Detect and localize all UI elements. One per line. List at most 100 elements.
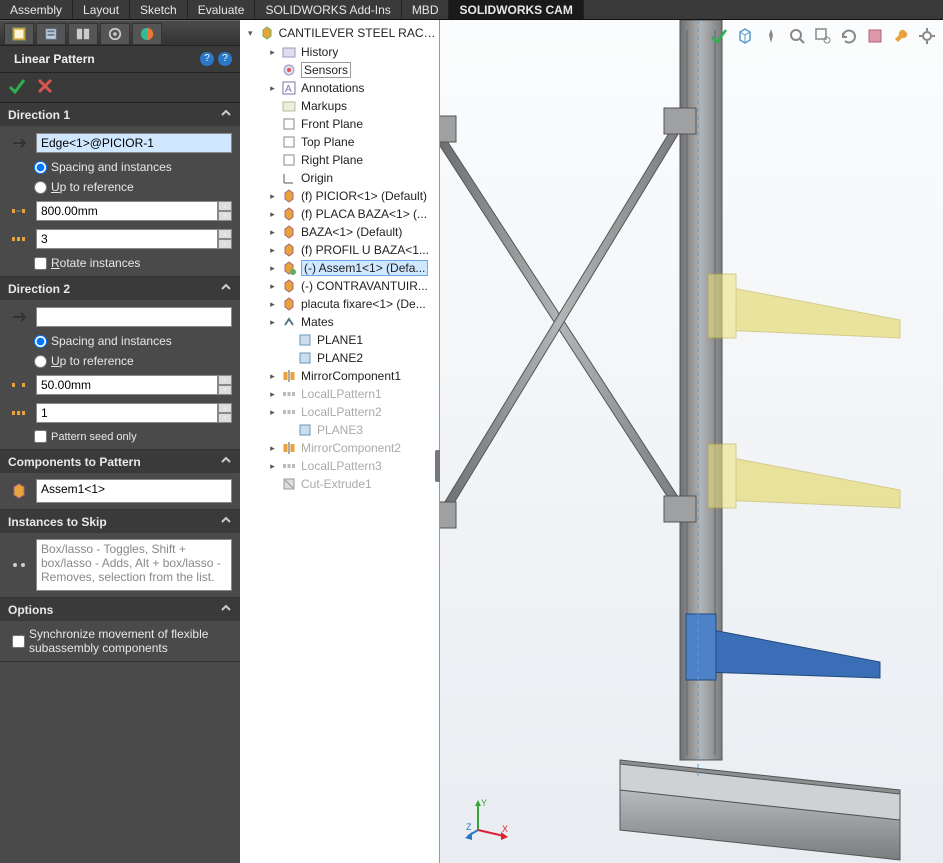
tree-item[interactable]: PLANE2: [244, 349, 439, 367]
tab-layout[interactable]: Layout: [73, 0, 130, 19]
tree-item[interactable]: ▸(-) CONTRAVANTUIR...: [244, 277, 439, 295]
dir2-spacing-radio[interactable]: Spacing and instances: [8, 334, 232, 348]
cube-icon[interactable]: [735, 26, 755, 46]
group-direction-1: Direction 1 Edge<1>@PICIOR-1 Spacing and…: [0, 103, 240, 277]
expand-icon[interactable]: ▸: [268, 246, 277, 255]
feature-tree-pane: ▾ CANTILEVER STEEL RACK ... ▸HistorySens…: [240, 20, 440, 863]
tree-item[interactable]: ▸MirrorComponent2: [244, 439, 439, 457]
dir1-edge-field[interactable]: Edge<1>@PICIOR-1: [36, 133, 232, 153]
dir2-seed-only-check[interactable]: Pattern seed only: [8, 430, 232, 443]
dir1-upto-radio[interactable]: Up to reference: [8, 180, 232, 194]
collapse-icon[interactable]: [220, 107, 232, 122]
reverse-direction-icon[interactable]: [8, 306, 30, 328]
part-icon: [281, 206, 297, 222]
dir2-edge-field[interactable]: [36, 307, 232, 327]
dir2-spacing-field[interactable]: ▲▼: [36, 375, 232, 395]
tree-item[interactable]: ▸(f) PLACA BAZA<1> (...: [244, 205, 439, 223]
expand-icon[interactable]: ▸: [268, 210, 277, 219]
tab-addins[interactable]: SOLIDWORKS Add-Ins: [255, 0, 401, 19]
tree-item[interactable]: PLANE1: [244, 331, 439, 349]
lpat-icon: [281, 404, 297, 420]
dir1-rotate-check[interactable]: Rotate instances: [8, 256, 232, 270]
pin-icon[interactable]: [761, 26, 781, 46]
help-full-icon[interactable]: ?: [200, 52, 214, 66]
ok-button[interactable]: [8, 77, 26, 98]
view-triad[interactable]: Y X Z: [464, 796, 510, 845]
expand-icon[interactable]: ▸: [268, 282, 277, 291]
tree-item[interactable]: PLANE3: [244, 421, 439, 439]
expand-icon[interactable]: ▸: [268, 462, 277, 471]
components-list[interactable]: Assem1<1>: [36, 479, 232, 503]
feature-tree[interactable]: ▾ CANTILEVER STEEL RACK ... ▸HistorySens…: [240, 20, 439, 497]
tree-item[interactable]: Right Plane: [244, 151, 439, 169]
graphics-viewport[interactable]: Y X Z: [440, 20, 943, 863]
expand-icon[interactable]: ▸: [268, 408, 277, 417]
collapse-icon[interactable]: [220, 454, 232, 469]
book-icon[interactable]: [865, 26, 885, 46]
markup-icon: [281, 98, 297, 114]
svg-text:X: X: [502, 824, 508, 834]
expand-icon[interactable]: ▸: [268, 192, 277, 201]
tab-sketch[interactable]: Sketch: [130, 0, 188, 19]
cancel-button[interactable]: [36, 77, 54, 98]
help-context-icon[interactable]: ?: [218, 52, 232, 66]
check-icon[interactable]: [709, 26, 729, 46]
gear-icon[interactable]: [917, 26, 937, 46]
zoom-area-icon[interactable]: [813, 26, 833, 46]
skip-list[interactable]: Box/lasso - Toggles, Shift + box/lasso -…: [36, 539, 232, 591]
dimxpert-icon[interactable]: [100, 23, 130, 45]
collapse-icon[interactable]: [220, 602, 232, 617]
expand-icon[interactable]: ▸: [268, 318, 277, 327]
wrench-icon[interactable]: [891, 26, 911, 46]
tree-item[interactable]: ▸(-) Assem1<1> (Defa...: [244, 259, 439, 277]
expand-icon[interactable]: ▸: [268, 390, 277, 399]
tree-item[interactable]: ▸History: [244, 43, 439, 61]
origin-icon: [281, 170, 297, 186]
sync-movement-check[interactable]: Synchronize movement of flexible subasse…: [8, 627, 232, 655]
dir1-instances-field[interactable]: ▲▼: [36, 229, 232, 249]
tree-item[interactable]: ▸LocalLPattern3: [244, 457, 439, 475]
tree-item[interactable]: Markups: [244, 97, 439, 115]
tree-item[interactable]: Cut-Extrude1: [244, 475, 439, 493]
dir2-instances-field[interactable]: ▲▼: [36, 403, 232, 423]
collapse-icon[interactable]: [220, 514, 232, 529]
tree-root[interactable]: ▾ CANTILEVER STEEL RACK ...: [244, 24, 439, 42]
zoom-fit-icon[interactable]: [787, 26, 807, 46]
tree-item[interactable]: ▸AAnnotations: [244, 79, 439, 97]
dir1-spacing-radio[interactable]: Spacing and instances: [8, 160, 232, 174]
expand-icon[interactable]: ▸: [268, 264, 277, 273]
lpat-icon: [281, 386, 297, 402]
expand-icon[interactable]: ▸: [268, 300, 277, 309]
tab-cam[interactable]: SOLIDWORKS CAM: [449, 0, 583, 19]
tree-item[interactable]: ▸placuta fixare<1> (De...: [244, 295, 439, 313]
tree-item[interactable]: ▸Mates: [244, 313, 439, 331]
dir2-upto-radio[interactable]: Up to reference: [8, 354, 232, 368]
expand-icon[interactable]: ▾: [246, 29, 255, 38]
dir1-spacing-field[interactable]: ▲▼: [36, 201, 232, 221]
reverse-direction-icon[interactable]: [8, 132, 30, 154]
tree-item[interactable]: Top Plane: [244, 133, 439, 151]
tab-assembly[interactable]: Assembly: [0, 0, 73, 19]
tree-item[interactable]: Origin: [244, 169, 439, 187]
tab-evaluate[interactable]: Evaluate: [188, 0, 256, 19]
rebuild-icon[interactable]: [839, 26, 859, 46]
tree-item[interactable]: ▸LocalLPattern2: [244, 403, 439, 421]
tab-mbd[interactable]: MBD: [402, 0, 450, 19]
expand-icon[interactable]: ▸: [268, 48, 277, 57]
expand-icon[interactable]: ▸: [268, 228, 277, 237]
tree-item[interactable]: ▸(f) PROFIL U BAZA<1...: [244, 241, 439, 259]
tree-item[interactable]: ▸MirrorComponent1: [244, 367, 439, 385]
tree-item[interactable]: ▸(f) PICIOR<1> (Default): [244, 187, 439, 205]
collapse-icon[interactable]: [220, 281, 232, 296]
tree-item[interactable]: ▸BAZA<1> (Default): [244, 223, 439, 241]
tree-item[interactable]: ▸LocalLPattern1: [244, 385, 439, 403]
expand-icon[interactable]: ▸: [268, 84, 277, 93]
expand-icon[interactable]: ▸: [268, 372, 277, 381]
expand-icon[interactable]: ▸: [268, 444, 277, 453]
property-manager-icon[interactable]: [36, 23, 66, 45]
tree-item[interactable]: Sensors: [244, 61, 439, 79]
config-manager-icon[interactable]: [68, 23, 98, 45]
tree-item[interactable]: Front Plane: [244, 115, 439, 133]
display-manager-icon[interactable]: [132, 23, 162, 45]
feature-manager-icon[interactable]: [4, 23, 34, 45]
